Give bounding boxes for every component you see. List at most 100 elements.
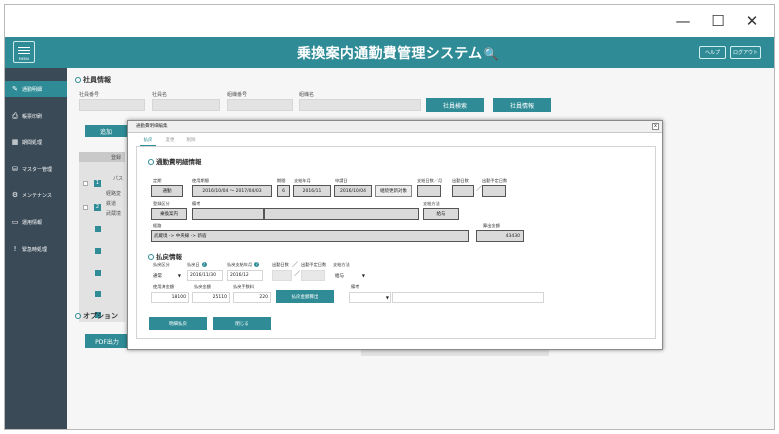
close-window-button[interactable]: ✕ [740, 11, 764, 31]
minimize-button[interactable]: — [671, 11, 695, 31]
pencil-icon: ✎ [12, 85, 18, 93]
pdf-output-button[interactable]: PDF出力 [85, 334, 129, 348]
sidebar-item-period[interactable]: ▦ 期間処理 [5, 134, 67, 150]
logout-button[interactable]: ログアウト [730, 46, 761, 59]
memo-select[interactable]: ▼ [349, 292, 391, 303]
used-amount-input[interactable]: 18100 [151, 292, 189, 303]
circle-icon [148, 254, 154, 260]
sidebar: ✎ 通勤明細 ⎙ 帳票印刷 ▦ 期間処理 ⛁ マスター管理 ⚙ メンテナンス ▭ 運用情報 … [5, 68, 67, 429]
employee-info-button[interactable]: 社員情報 [493, 98, 551, 112]
plan-days-label: 出勤予定日数 [482, 178, 508, 183]
org-name-field[interactable] [299, 99, 421, 111]
sidebar-item-print[interactable]: ⎙ 帳票印刷 [5, 108, 67, 124]
row-marker [95, 226, 101, 232]
employee-search-button[interactable]: 社員検索 [426, 98, 484, 112]
row-checkbox[interactable] [83, 181, 88, 186]
months-value: 6 [277, 185, 290, 197]
sidebar-item-commute-detail[interactable]: ✎ 通勤明細 [5, 81, 67, 97]
add-button[interactable]: 追加 [85, 125, 127, 137]
refund-pay-method-select[interactable]: 給与 ▼ [333, 270, 367, 281]
pay-method-label: 支給方法 [423, 201, 440, 206]
tab-change[interactable]: 変更 [162, 136, 178, 146]
sidebar-item-emergency[interactable]: ! 緊急時処理 [5, 241, 67, 257]
apply-date-value: 2016/10/04 [334, 185, 372, 197]
route-label: 経路 [153, 223, 162, 228]
continue-update-button[interactable]: 継続更新対象 [375, 185, 412, 197]
row-marker [95, 248, 101, 254]
slash-divider: ／ [294, 271, 301, 278]
sidebar-item-operation[interactable]: ▭ 運用情報 [5, 214, 67, 230]
dialog-close-button[interactable]: x [652, 123, 659, 130]
row-marker [95, 291, 101, 297]
tab-delete[interactable]: 削除 [183, 136, 199, 146]
note-label: 備考 [192, 201, 201, 206]
printer-icon: ⎙ [12, 111, 18, 120]
help-icon[interactable]: ? [201, 262, 207, 267]
close-dialog-button[interactable]: 閉じる [213, 317, 271, 330]
gear-icon: ⚙ [11, 191, 19, 199]
chevron-down-icon: ▼ [385, 295, 389, 300]
months-label: 期間 [277, 178, 286, 183]
employee-name-field[interactable] [152, 99, 220, 111]
slash-divider: ／ [292, 262, 299, 269]
employee-number-label: 社員番号 [79, 92, 100, 98]
dialog-title: 通勤費明細編集 [128, 121, 662, 133]
memo-label: 備考 [351, 284, 360, 289]
apply-date-label: 申請日 [335, 178, 348, 183]
bg-row-fragment: 武蔵境 [106, 211, 122, 217]
refund-type-select[interactable]: 通常 ▼ [151, 270, 183, 281]
refund-pay-method-label: 支給方法 [333, 262, 350, 267]
calc-refund-button[interactable]: 払戻金額算出 [276, 290, 334, 303]
note-value-2 [264, 208, 419, 220]
refund-work-days-input[interactable] [272, 270, 292, 281]
help-button[interactable]: ヘルプ [699, 46, 726, 59]
menu-icon-bar [18, 50, 30, 51]
circle-icon [75, 313, 81, 319]
route-value: 武蔵境 -> 中央線 -> 新宿 [151, 230, 469, 242]
refund-plan-days-label: 出勤予定日数 [301, 262, 327, 267]
tab-refund[interactable]: 払戻 [140, 136, 156, 146]
maximize-button[interactable]: ☐ [706, 11, 730, 31]
bg-col-fragment: 登録 [111, 155, 122, 161]
kind-value: 通勤 [151, 185, 183, 197]
org-number-field[interactable] [227, 99, 293, 111]
amount-value: 43430 [476, 230, 524, 242]
menu-button[interactable]: MENU [13, 41, 35, 63]
row-checkbox[interactable] [83, 205, 88, 210]
employee-number-field[interactable] [79, 99, 145, 111]
menu-icon-bar [18, 53, 30, 54]
chevron-down-icon: ▼ [361, 273, 365, 278]
refund-fee-input[interactable]: 220 [233, 292, 271, 303]
sidebar-item-master[interactable]: ⛁ マスター管理 [5, 161, 67, 177]
bg-row-fragment: 鉄道 [106, 201, 117, 207]
used-amount-label: 使用済金額 [153, 284, 174, 289]
org-name-label: 組織名 [299, 92, 315, 98]
help-icon[interactable]: ? [254, 262, 260, 267]
detail-section-title: 通勤費明細情報 [148, 156, 202, 166]
exclamation-icon: ! [13, 245, 17, 253]
monitor-icon: ▭ [11, 218, 19, 226]
bg-row-fragment: 経路変 [106, 191, 122, 197]
option-section-title: オプション [75, 311, 118, 321]
pay-month-label: 支給年月 [294, 178, 311, 183]
circle-icon [148, 159, 154, 165]
detail-refund-button[interactable]: 明細払戻 [149, 317, 207, 330]
refund-pay-month-input[interactable]: 2016/12 [227, 270, 263, 281]
window-titlebar: — ☐ ✕ [5, 5, 774, 37]
sidebar-item-maintenance[interactable]: ⚙ メンテナンス [5, 187, 67, 203]
refund-plan-days-input[interactable] [301, 270, 325, 281]
employee-name-label: 社員名 [152, 92, 168, 98]
plan-days-value [482, 185, 506, 197]
chevron-down-icon: ▼ [177, 273, 181, 278]
work-days-value [452, 185, 474, 197]
employee-section-title: 社員情報 [75, 75, 111, 85]
refund-pay-month-label: 払戻支給年月? [227, 262, 260, 267]
row-number-badge: 1 [94, 180, 101, 187]
reg-type-value: 乗換案内 [151, 208, 187, 220]
reg-type-label: 登録区分 [153, 201, 170, 206]
refund-date-input[interactable]: 2016/11/30 [187, 270, 223, 281]
refund-amount-input[interactable]: 25110 [192, 292, 230, 303]
note-value-1 [192, 208, 264, 220]
period-value: 2016/10/04 〜 2017/04/03 [192, 185, 272, 197]
memo-input[interactable] [392, 292, 544, 303]
